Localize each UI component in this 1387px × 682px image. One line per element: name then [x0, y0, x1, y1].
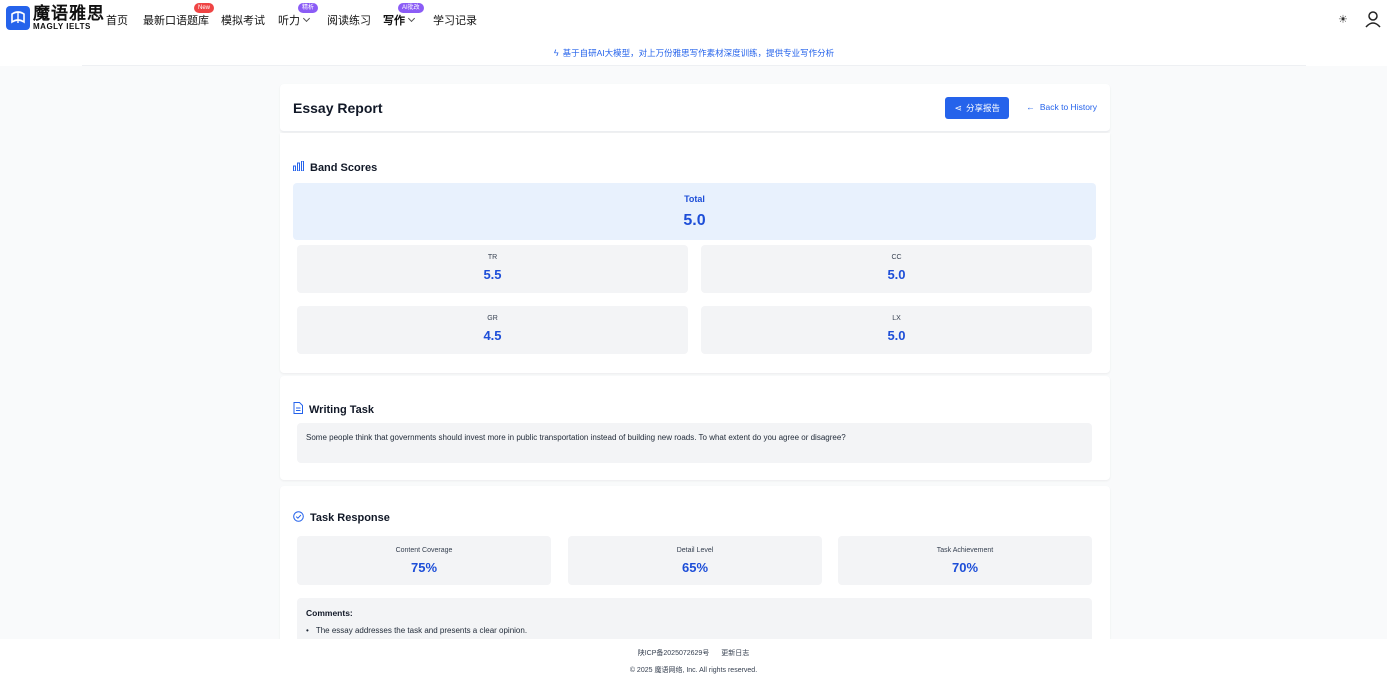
logo-title: 魔语雅思 [33, 4, 105, 23]
nav-speaking-bank-label: 最新口语题库 [143, 15, 209, 27]
user-icon[interactable] [1365, 10, 1381, 28]
chevron-down-icon [302, 14, 311, 23]
copyright: © 2025 魔语网络, Inc. All rights reserved. [629, 667, 758, 674]
metric-content-coverage: Content Coverage 75% [297, 536, 551, 585]
score-box-lx: LX 5.0 [701, 306, 1092, 354]
announcement-banner: ϟ 基于自研AI大模型，对上万份雅思写作素材深度训练，提供专业写作分析 [82, 40, 1306, 66]
bar-chart-icon [293, 160, 304, 174]
score-value: 5.0 [887, 328, 906, 343]
share-icon: ⋖ [954, 102, 962, 113]
ai-badge: AI批改 [398, 3, 424, 13]
list-item: • The essay addresses the task and prese… [306, 626, 527, 635]
nav-speaking-bank[interactable]: 最新口语题库 [143, 12, 209, 28]
total-label: Total [684, 194, 705, 204]
nav-writing[interactable]: 写作 [383, 12, 416, 28]
writing-task-title: Writing Task [309, 403, 374, 416]
metric-task-achievement: Task Achievement 70% [838, 536, 1092, 585]
score-value: 5.5 [483, 267, 502, 282]
nav-mock-exam-label: 模拟考试 [221, 15, 265, 27]
nav-study-records[interactable]: 学习记录 [433, 12, 477, 28]
task-response-card: Task Response Content Coverage 75% Detai… [280, 486, 1110, 639]
back-to-history-label: Back to History [1039, 102, 1097, 112]
bullet-icon: • [306, 626, 309, 635]
back-to-history-link[interactable]: ← Back to History [1026, 102, 1097, 112]
top-nav: 魔语雅思 MAGLY IELTS 首页 最新口语题库 New 模拟考试 听力 精… [0, 0, 1387, 40]
listening-badge: 精析 [298, 3, 319, 13]
task-response-title: Task Response [310, 512, 390, 524]
metric-detail-level: Detail Level 65% [568, 536, 822, 585]
writing-task-prompt: Some people think that governments shoul… [297, 423, 1092, 463]
metric-label: Task Achievement [936, 547, 994, 554]
nav-listening-label: 听力 [278, 15, 300, 27]
score-label: CC [891, 254, 902, 261]
score-value: 4.5 [483, 328, 502, 343]
logo[interactable]: 魔语雅思 MAGLY IELTS [6, 5, 105, 31]
comments-title: Comments: [306, 608, 353, 618]
score-label: GR [487, 315, 498, 322]
metric-value: 70% [951, 560, 979, 575]
main-content: Essay Report ⋖ 分享报告 ← Back to History Ba… [0, 66, 1387, 639]
score-box-gr: GR 4.5 [297, 306, 688, 354]
announcement-text: 基于自研AI大模型，对上万份雅思写作素材深度训练，提供专业写作分析 [562, 47, 835, 58]
comment-text: The essay addresses the task and present… [315, 626, 528, 635]
nav-study-records-label: 学习记录 [433, 15, 477, 27]
nav-home[interactable]: 首页 [106, 12, 128, 28]
writing-task-card: Writing Task Some people think that gove… [280, 376, 1110, 480]
score-box-tr: TR 5.5 [297, 245, 688, 293]
score-label: LX [892, 315, 901, 322]
total-score-box: Total 5.0 [293, 183, 1096, 240]
changelog-link[interactable]: 更新日志 [721, 650, 749, 657]
metric-label: Content Coverage [395, 547, 453, 554]
task-response-heading: Task Response [293, 511, 390, 525]
band-scores-heading: Band Scores [293, 160, 378, 174]
icp-link[interactable]: 陕ICP备2025072629号 [638, 650, 710, 657]
check-circle-icon [293, 511, 304, 525]
nav-mock-exam[interactable]: 模拟考试 [221, 12, 265, 28]
nav-reading-label: 阅读练习 [327, 15, 371, 27]
share-report-label: 分享报告 [965, 103, 1000, 113]
nav-writing-label: 写作 [383, 15, 405, 27]
arrow-left-icon: ← [1026, 102, 1035, 112]
metric-value: 65% [681, 560, 709, 575]
report-header: Essay Report ⋖ 分享报告 ← Back to History [280, 84, 1110, 132]
logo-subtitle: MAGLY IELTS [33, 22, 91, 31]
nav-reading[interactable]: 阅读练习 [327, 12, 371, 28]
band-scores-card: Band Scores Total 5.0 TR 5.5 CC 5.0 GR 4… [280, 133, 1110, 373]
new-badge: New [194, 3, 215, 13]
writing-task-heading: Writing Task [293, 402, 374, 417]
metric-value: 75% [410, 560, 438, 575]
footer: 陕ICP备2025072629号 更新日志 © 2025 魔语网络, Inc. … [0, 639, 1387, 682]
lightning-icon: ϟ [553, 47, 559, 58]
chevron-down-icon [407, 14, 416, 23]
page-title: Essay Report [293, 99, 383, 116]
score-value: 5.0 [887, 267, 906, 282]
total-value: 5.0 [683, 212, 706, 229]
share-report-button[interactable]: ⋖ 分享报告 [945, 97, 1009, 119]
score-box-cc: CC 5.0 [701, 245, 1092, 293]
nav-home-label: 首页 [106, 15, 128, 27]
sun-icon[interactable]: ☀ [1338, 13, 1348, 26]
nav-listening[interactable]: 听力 [278, 12, 311, 28]
logo-icon [6, 6, 30, 30]
document-icon [293, 402, 303, 417]
band-scores-title: Band Scores [310, 161, 378, 174]
metric-label: Detail Level [676, 547, 714, 554]
comments-box: Comments: • The essay addresses the task… [297, 598, 1092, 639]
score-label: TR [487, 254, 498, 261]
